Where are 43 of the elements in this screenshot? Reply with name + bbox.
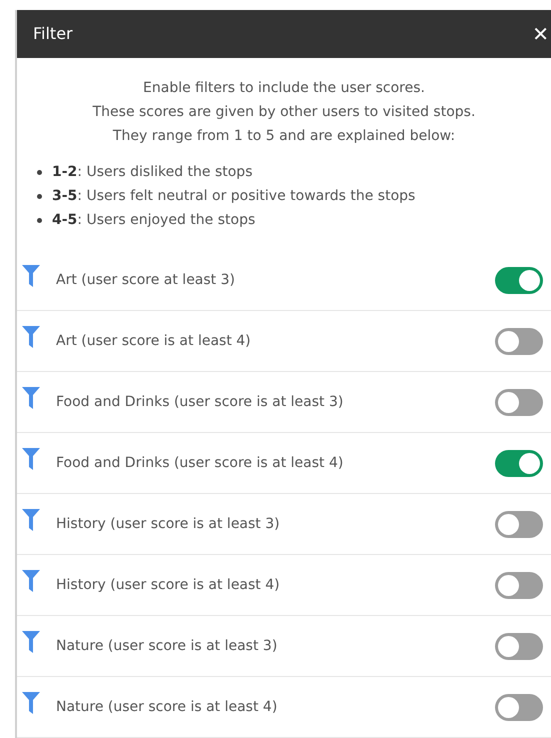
toggle-switch[interactable] (495, 572, 543, 598)
filter-icon (22, 509, 40, 531)
filter-label: Nature (user score is at least 4) (56, 698, 278, 716)
bullet-icon (37, 170, 42, 174)
legend-text: 3-5: Users felt neutral or positive towards the stops (52, 187, 416, 206)
filter-label: Food and Drinks (user score is at least 4) (56, 454, 344, 472)
filter-label: History (user score is at least 3) (56, 514, 281, 534)
toggle-switch[interactable] (495, 510, 543, 538)
filter-label: Nature (user score is at least 3) (56, 636, 278, 656)
bullet-icon (37, 194, 42, 198)
intro-text: These scores are given by other users to visited stops. (92, 103, 476, 122)
legend-text: 4-5: Users enjoyed the stops (52, 211, 256, 230)
filter-label: Art (user score is at least 4) (56, 332, 252, 350)
toggle-knob (498, 330, 519, 352)
toggle-switch[interactable] (495, 632, 543, 660)
filter-label: History (user score is at least 4) (56, 576, 281, 594)
toggle-knob (498, 574, 519, 596)
filter-icon (22, 570, 40, 592)
toggle-knob (498, 696, 519, 718)
toggle-knob (498, 514, 519, 534)
toggle-switch[interactable] (495, 266, 543, 294)
filter-label: Art (user score at least 3) (56, 270, 236, 290)
intro-text: Enable filters to include the user scores. (143, 79, 425, 98)
toggle-knob (498, 636, 519, 656)
dialog-title: Filter (33, 23, 73, 45)
toggle-knob (498, 392, 519, 412)
intro-text: They range from 1 to 5 and are explained below: (112, 127, 456, 146)
filter-icon (22, 387, 40, 409)
close-button[interactable]: ✕ (532, 24, 549, 44)
toggle-switch[interactable] (495, 388, 543, 416)
toggle-switch[interactable] (495, 328, 543, 354)
filter-label: Food and Drinks (user score is at least 3) (56, 392, 344, 412)
toggle-knob (519, 452, 540, 474)
bullet-icon (37, 218, 42, 222)
filter-icon (22, 326, 40, 348)
toggle-switch[interactable] (495, 450, 543, 476)
toggle-knob (519, 270, 540, 290)
legend-text: 1-2: Users disliked the stops (52, 163, 252, 182)
filter-icon (22, 692, 40, 714)
filter-icon (22, 448, 40, 470)
toggle-switch[interactable] (495, 694, 543, 720)
filter-icon (22, 265, 40, 287)
filter-icon (22, 631, 40, 653)
